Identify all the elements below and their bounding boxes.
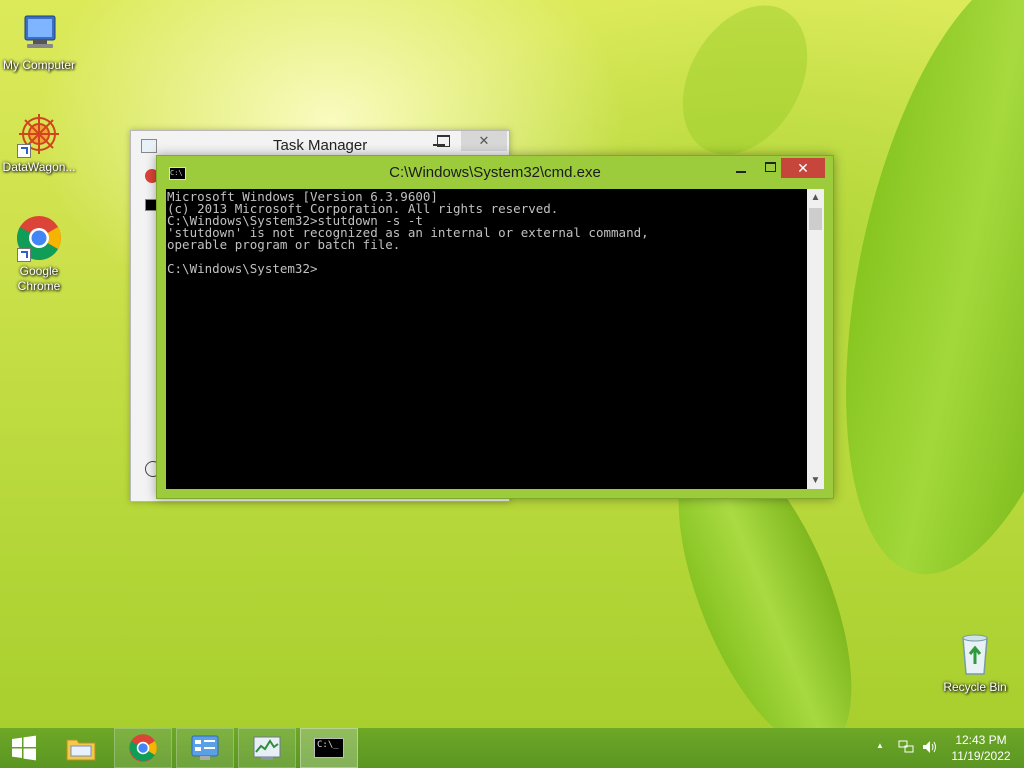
chrome-icon bbox=[15, 214, 63, 262]
desktop-icon-my-computer[interactable]: My Computer bbox=[0, 8, 78, 73]
chrome-icon bbox=[129, 734, 157, 762]
show-hidden-icons-button[interactable]: ▲ bbox=[876, 741, 884, 750]
console-output[interactable]: Microsoft Windows [Version 6.3.9600] (c)… bbox=[166, 189, 807, 489]
desktop: My Computer DataWagon... Google Chrome R… bbox=[0, 0, 1024, 728]
desktop-icon-label: DataWagon... bbox=[2, 160, 76, 174]
console-text: Microsoft Windows [Version 6.3.9600] (c)… bbox=[167, 189, 649, 276]
scroll-up-button[interactable]: ▲ bbox=[807, 189, 824, 206]
wallpaper-leaf bbox=[657, 0, 833, 177]
cmd-icon: C:\_ bbox=[314, 738, 344, 758]
start-button[interactable] bbox=[0, 728, 48, 768]
desktop-icon-datawagon[interactable]: DataWagon... bbox=[0, 110, 78, 175]
taskbar-command-prompt[interactable]: C:\_ bbox=[300, 728, 358, 768]
desktop-icon-recycle-bin[interactable]: Recycle Bin bbox=[936, 630, 1014, 695]
shortcut-arrow-icon bbox=[17, 144, 31, 158]
folder-icon bbox=[66, 739, 96, 761]
desktop-icon-label: Google Chrome bbox=[17, 264, 61, 293]
volume-icon[interactable] bbox=[922, 740, 938, 757]
clock-time: 12:43 PM bbox=[955, 733, 1007, 747]
taskbar-google-chrome[interactable] bbox=[114, 728, 172, 768]
command-prompt-window[interactable]: C:\ C:\Windows\System32\cmd.exe ✕ Micros… bbox=[156, 155, 834, 499]
computer-icon bbox=[15, 8, 63, 56]
desktop-icon-google-chrome[interactable]: Google Chrome bbox=[0, 214, 78, 294]
scroll-down-button[interactable]: ▼ bbox=[807, 472, 824, 489]
datawagon-icon bbox=[15, 110, 63, 158]
taskbar-task-manager[interactable] bbox=[238, 728, 296, 768]
shortcut-arrow-icon bbox=[17, 248, 31, 262]
close-button[interactable]: ✕ bbox=[781, 158, 825, 178]
scroll-thumb[interactable] bbox=[809, 208, 822, 230]
close-button[interactable]: ✕ bbox=[461, 131, 507, 151]
taskbar-file-explorer[interactable] bbox=[52, 728, 110, 768]
cmd-titlebar[interactable]: C:\ C:\Windows\System32\cmd.exe ✕ bbox=[157, 156, 833, 188]
maximize-button[interactable] bbox=[437, 135, 450, 147]
windows-logo-icon bbox=[12, 735, 36, 761]
network-icon[interactable] bbox=[898, 740, 914, 757]
taskbar-control-panel[interactable] bbox=[176, 728, 234, 768]
desktop-icon-label: Recycle Bin bbox=[943, 680, 1007, 694]
control-panel-icon bbox=[191, 735, 219, 760]
system-clock[interactable]: 12:43 PM 11/19/2022 bbox=[946, 732, 1016, 764]
taskbar: C:\_ ▲ 12:43 PM 11/19/2022 bbox=[0, 728, 1024, 768]
recycle-bin-icon bbox=[951, 630, 999, 678]
task-manager-title: Task Manager bbox=[273, 137, 368, 154]
clock-date: 11/19/2022 bbox=[951, 749, 1011, 763]
desktop-icon-label: My Computer bbox=[2, 58, 76, 72]
minimize-button[interactable] bbox=[727, 158, 755, 178]
task-manager-icon bbox=[141, 139, 157, 153]
vertical-scrollbar[interactable]: ▲ ▼ bbox=[807, 189, 824, 489]
task-manager-icon bbox=[253, 736, 281, 760]
